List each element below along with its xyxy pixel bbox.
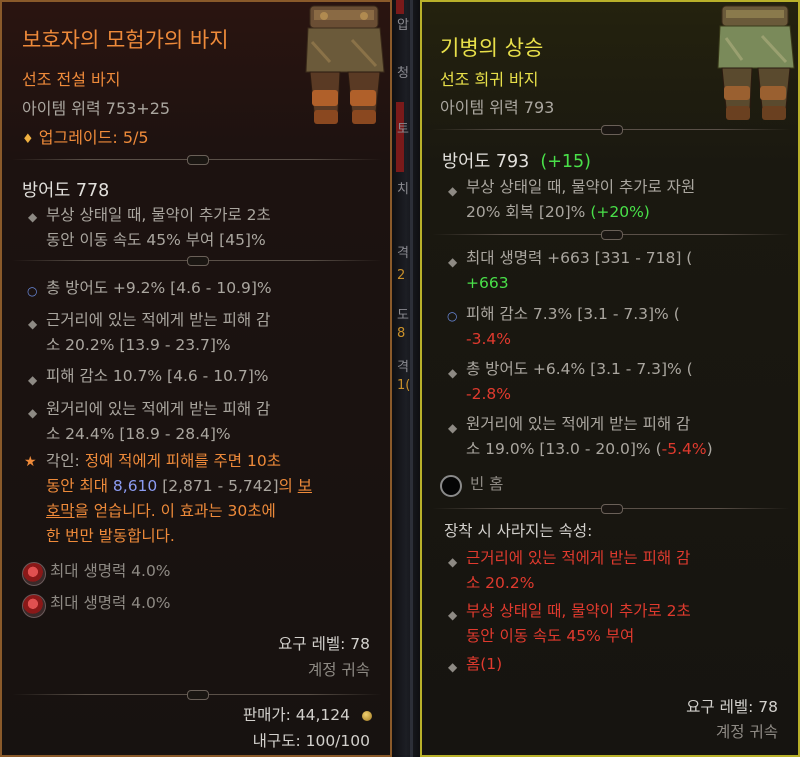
lost-properties-header: 장착 시 사라지는 속성:: [444, 522, 593, 540]
gem-effect: 최대 생명력 4.0%: [50, 594, 171, 612]
implicit-affix: 부상 상태일 때, 물약이 추가로 2초 동안 이동 속도 45% 부여 [45…: [46, 206, 271, 249]
affix-distant-damage-reduction: 원거리에 있는 적에게 받는 피해 감 소 24.4% [18.9 - 28.4…: [46, 400, 271, 443]
pants-icon: [717, 5, 795, 120]
item-type: 선조 희귀 바지: [440, 70, 539, 89]
upgrade-line: ♦ 업그레이드: 5/5: [22, 124, 149, 148]
circle-bullet-icon: ○: [27, 284, 38, 298]
diamond-icon: ♦: [22, 132, 34, 147]
required-level: 요구 레벨: 78: [278, 635, 370, 653]
divider: [12, 690, 382, 700]
affix-total-armor: 총 방어도 +9.2% [4.6 - 10.9]%: [46, 279, 272, 297]
affix-close-damage-reduction: 근거리에 있는 적에게 받는 피해 감 소 20.2% [13.9 - 23.7…: [46, 311, 271, 354]
item-name: 보호자의 모험가의 바지: [22, 28, 229, 52]
gem-effect: 최대 생명력 4.0%: [50, 562, 171, 580]
armor-value: 방어도 778: [22, 181, 110, 201]
bullet-icon: ◆: [448, 421, 458, 435]
implicit-affix: 부상 상태일 때, 물약이 추가로 자원 20% 회복 [20]% (+20%): [466, 178, 696, 221]
affix-max-life: 최대 생명력 +663 [331 - 718] ( +663: [466, 249, 693, 292]
lost-property: 홈(1): [466, 655, 503, 673]
upgrade-text: 업그레이드: 5/5: [38, 128, 149, 147]
affix-distant-damage-reduction: 원거리에 있는 적에게 받는 피해 감 소 19.0% [13.0 - 20.0…: [466, 415, 713, 458]
bullet-icon: ◆: [448, 366, 458, 380]
circle-bullet-icon: ○: [447, 309, 458, 323]
pants-icon: [305, 5, 385, 124]
ruby-gem-icon: [22, 562, 46, 586]
bullet-icon: ◆: [448, 608, 458, 622]
item-power: 아이템 위력 753+25: [22, 99, 171, 118]
item-name: 기병의 상승: [440, 36, 544, 60]
divider: [12, 155, 382, 165]
divider: [432, 125, 790, 135]
bullet-icon: ◆: [448, 184, 458, 198]
legendary-item-tooltip: 보호자의 모험가의 바지 선조 전설 바지 아이템 위력 753+25 ♦ 업그…: [0, 0, 392, 757]
divider: [12, 256, 382, 266]
lost-property: 부상 상태일 때, 물약이 추가로 2초 동안 이동 속도 45% 부여: [466, 602, 691, 645]
background-ui-strip: 압 청 토 치 격 2 도 8 격 1(: [392, 0, 420, 757]
ruby-gem-icon: [22, 594, 46, 618]
scrollbar[interactable]: [410, 0, 413, 757]
item-power: 아이템 위력 793: [440, 98, 555, 117]
aspect-effect: 각인: 정예 적에게 피해를 주면 10초 동안 최대 8,610 [2,871…: [46, 452, 312, 545]
rare-item-tooltip: 기병의 상승 선조 희귀 바지 아이템 위력 793 방어도 793 (+15)…: [420, 0, 800, 757]
bullet-icon: ◆: [28, 317, 38, 331]
bullet-icon: ◆: [28, 373, 38, 387]
bullet-icon: ◆: [448, 660, 458, 674]
affix-damage-reduction: 피해 감소 10.7% [4.6 - 10.7]%: [46, 367, 269, 385]
sell-value: 판매가: 44,124: [242, 706, 350, 724]
empty-socket: 빈 홈: [470, 475, 504, 493]
item-type: 선조 전설 바지: [22, 70, 121, 89]
lost-property: 근거리에 있는 적에게 받는 피해 감 소 20.2%: [466, 549, 691, 592]
gold-coin-icon: [362, 711, 372, 721]
bullet-icon: ◆: [448, 255, 458, 269]
affix-damage-reduction: 피해 감소 7.3% [3.1 - 7.3]% ( -3.4%: [466, 305, 680, 348]
bullet-icon: ◆: [448, 555, 458, 569]
divider: [432, 230, 790, 240]
account-bound: 계정 귀속: [716, 723, 778, 741]
empty-socket-icon: [440, 475, 462, 497]
affix-total-armor: 총 방어도 +6.4% [3.1 - 7.3]% ( -2.8%: [466, 360, 693, 403]
bullet-icon: ◆: [28, 406, 38, 420]
divider: [432, 504, 790, 514]
durability: 내구도: 100/100: [252, 732, 370, 750]
account-bound: 계정 귀속: [308, 661, 370, 679]
required-level: 요구 레벨: 78: [686, 698, 778, 716]
bullet-icon: ◆: [28, 210, 38, 224]
armor-value: 방어도 793 (+15): [442, 152, 591, 172]
star-icon: ★: [24, 454, 37, 470]
